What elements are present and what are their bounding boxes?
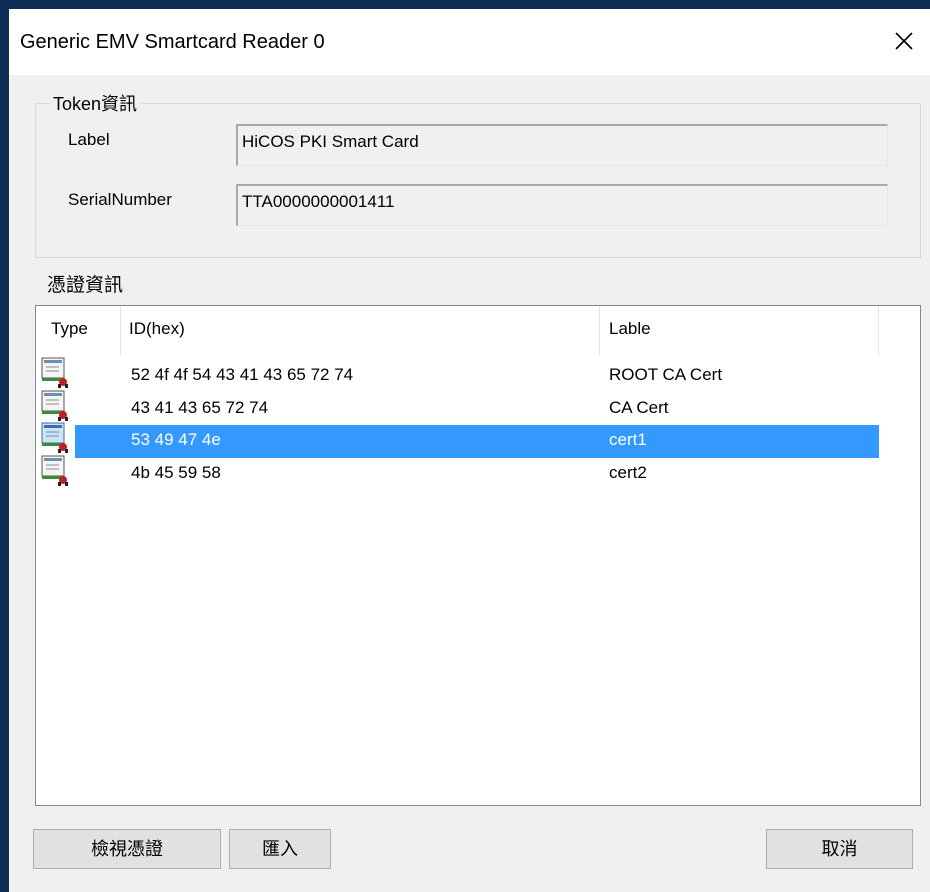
- column-divider[interactable]: [599, 306, 600, 356]
- cert-row[interactable]: 4b 45 59 58 cert2: [36, 455, 920, 491]
- certificate-icon: [41, 422, 68, 453]
- window-left-border: [0, 9, 9, 892]
- certificate-icon: [41, 455, 68, 486]
- close-icon[interactable]: [886, 23, 922, 59]
- cert-list-header: Type ID(hex) Lable: [36, 306, 920, 356]
- cert-row[interactable]: 43 41 43 65 72 74 CA Cert: [36, 390, 920, 426]
- cert-id: 53 49 47 4e: [131, 430, 221, 449]
- cert-info-label: 憑證資訊: [47, 275, 124, 296]
- cert-row[interactable]: 52 4f 4f 54 43 41 43 65 72 74 ROOT CA Ce…: [36, 357, 920, 393]
- label-caption: Label: [68, 130, 110, 149]
- column-divider[interactable]: [878, 306, 879, 356]
- token-info-legend: Token資訊: [49, 90, 142, 116]
- cert-label: ROOT CA Cert: [609, 365, 723, 384]
- view-cert-button[interactable]: 檢視憑證: [33, 829, 221, 869]
- cert-id: 52 4f 4f 54 43 41 43 65 72 74: [131, 365, 354, 384]
- serial-number-field: TTA0000000001411: [236, 184, 888, 226]
- serial-number-caption: SerialNumber: [68, 190, 172, 209]
- window-title: Generic EMV Smartcard Reader 0: [20, 31, 325, 53]
- cert-id: 4b 45 59 58: [131, 463, 221, 482]
- certificate-icon: [41, 390, 68, 421]
- column-header-label[interactable]: Lable: [609, 319, 651, 339]
- label-field: HiCOS PKI Smart Card: [236, 124, 888, 166]
- column-header-id[interactable]: ID(hex): [129, 319, 185, 339]
- column-divider[interactable]: [120, 306, 121, 356]
- cert-label: cert2: [609, 463, 647, 482]
- cancel-button[interactable]: 取消: [766, 829, 913, 869]
- window-top-border: [0, 0, 930, 9]
- cert-id: 43 41 43 65 72 74: [131, 398, 269, 417]
- certificate-icon: [41, 357, 68, 388]
- cert-label: cert1: [609, 430, 647, 449]
- column-header-type[interactable]: Type: [51, 319, 88, 339]
- cert-row-selected[interactable]: 53 49 47 4e cert1: [36, 422, 920, 458]
- cert-label: CA Cert: [609, 398, 669, 417]
- import-button[interactable]: 匯入: [229, 829, 331, 869]
- cert-list[interactable]: Type ID(hex) Lable 52 4f 4f 54 43 41 43 …: [35, 305, 921, 806]
- title-bar[interactable]: Generic EMV Smartcard Reader 0: [9, 9, 930, 75]
